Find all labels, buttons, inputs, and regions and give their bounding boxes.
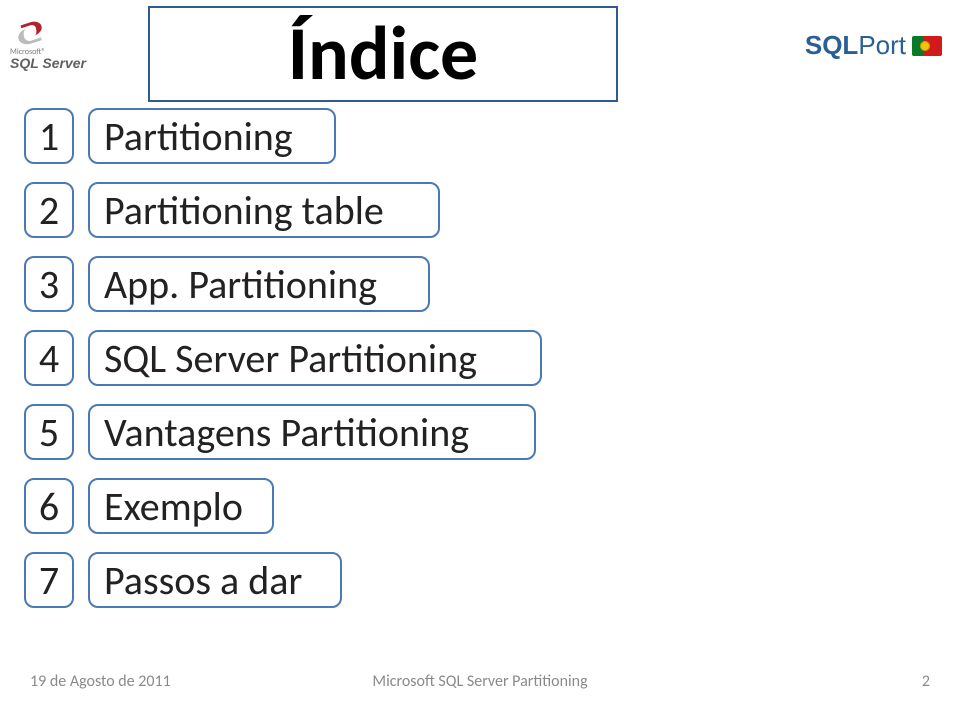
slide-footer: 19 de Agosto de 2011 Microsoft SQL Serve… xyxy=(0,672,960,691)
portugal-flag-icon xyxy=(912,36,942,56)
sqlport-port: Port xyxy=(858,30,906,60)
index-number: 7 xyxy=(24,552,74,608)
sqlport-text: SQLPort xyxy=(805,30,906,61)
sqlport-logo: SQLPort xyxy=(805,30,942,61)
index-row: 5 Vantagens Partitioning xyxy=(24,404,936,460)
slide-title: Índice xyxy=(288,16,479,92)
index-item: Passos a dar xyxy=(88,552,342,608)
sqlport-sql: SQL xyxy=(805,30,858,60)
index-number: 4 xyxy=(24,330,74,386)
slide: Microsoft® SQL Server SQLPort Índice 1 P… xyxy=(0,0,960,717)
index-item: SQL Server Partitioning xyxy=(88,330,542,386)
index-row: 2 Partitioning table xyxy=(24,182,936,238)
slide-title-box: Índice xyxy=(148,6,618,102)
footer-date: 19 de Agosto de 2011 xyxy=(30,672,171,691)
index-row: 3 App. Partitioning xyxy=(24,256,936,312)
index-number: 5 xyxy=(24,404,74,460)
index-number: 3 xyxy=(24,256,74,312)
index-number: 1 xyxy=(24,108,74,164)
index-row: 6 Exemplo xyxy=(24,478,936,534)
index-item: Exemplo xyxy=(88,478,274,534)
index-number: 6 xyxy=(24,478,74,534)
index-list: 1 Partitioning 2 Partitioning table 3 Ap… xyxy=(24,108,936,626)
index-row: 1 Partitioning xyxy=(24,108,936,164)
sql-server-label: SQL Server xyxy=(10,56,100,70)
index-item: Partitioning xyxy=(88,108,336,164)
index-item: App. Partitioning xyxy=(88,256,430,312)
index-number: 2 xyxy=(24,182,74,238)
sql-server-swoosh-icon xyxy=(18,18,52,46)
index-row: 4 SQL Server Partitioning xyxy=(24,330,936,386)
footer-page-number: 2 xyxy=(922,672,930,691)
index-row: 7 Passos a dar xyxy=(24,552,936,608)
sql-server-logo: Microsoft® SQL Server xyxy=(10,18,100,70)
index-item: Partitioning table xyxy=(88,182,440,238)
index-item: Vantagens Partitioning xyxy=(88,404,536,460)
